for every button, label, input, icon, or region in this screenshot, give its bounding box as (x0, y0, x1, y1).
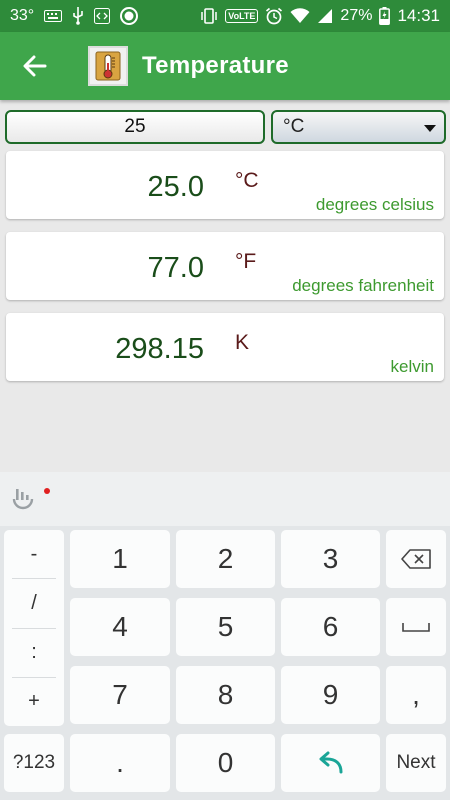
unit-dropdown[interactable]: °C (271, 110, 446, 144)
result-card-fahrenheit: 77.0 °F degrees fahrenheit (6, 232, 444, 300)
keyboard-toolbar (0, 472, 450, 526)
key-0[interactable]: 0 (176, 734, 275, 792)
key-2[interactable]: 2 (176, 530, 275, 588)
back-button[interactable] (0, 32, 70, 100)
battery-percent: 27% (340, 7, 373, 24)
key-5[interactable]: 5 (176, 598, 275, 656)
conversion-input-row: °C (5, 110, 446, 144)
key-colon[interactable]: : (12, 629, 56, 678)
key-minus[interactable]: - (12, 530, 56, 580)
key-9[interactable]: 9 (281, 666, 380, 724)
arrow-left-icon (23, 55, 47, 77)
backspace-key[interactable] (386, 530, 446, 588)
app-logo (88, 46, 128, 86)
result-card-kelvin: 298.15 K kelvin (6, 313, 444, 381)
wifi-icon (290, 8, 310, 24)
backspace-icon (401, 549, 431, 569)
notification-dot (44, 488, 50, 494)
key-dot[interactable]: . (70, 734, 170, 792)
result-value: 25.0 (147, 171, 204, 203)
key-4[interactable]: 4 (70, 598, 170, 656)
alarm-icon (265, 7, 283, 25)
result-card-celsius: 25.0 °C degrees celsius (6, 151, 444, 219)
symbol-key-column: - / : + (4, 530, 64, 726)
chevron-down-icon (424, 125, 436, 132)
result-unit-name: degrees celsius (315, 195, 434, 214)
keyboard-icon (44, 10, 63, 22)
mode-switch-key[interactable]: ?123 (4, 734, 64, 792)
app-bar: Temperature (0, 32, 450, 100)
result-value: 77.0 (147, 252, 204, 284)
key-3[interactable]: 3 (281, 530, 380, 588)
key-7[interactable]: 7 (70, 666, 170, 724)
key-8[interactable]: 8 (176, 666, 275, 724)
record-icon (120, 7, 139, 25)
usb-icon (72, 7, 84, 25)
return-arrow-icon (319, 751, 342, 774)
result-unit-name: kelvin (390, 357, 434, 376)
result-unit-name: degrees fahrenheit (292, 276, 434, 295)
result-unit-symbol: K (235, 331, 250, 354)
result-unit-symbol: °F (235, 250, 257, 273)
key-6[interactable]: 6 (281, 598, 380, 656)
result-value: 298.15 (115, 333, 204, 365)
page-title: Temperature (142, 52, 289, 79)
volte-badge: VoLTE (225, 9, 259, 23)
signal-icon (317, 8, 333, 24)
next-key[interactable]: Next (386, 734, 446, 792)
clock: 14:31 (397, 6, 440, 25)
vibrate-icon (200, 8, 218, 24)
key-slash[interactable]: / (12, 579, 56, 629)
thermometer-icon (95, 51, 121, 81)
battery-charging-icon (379, 7, 391, 25)
enter-key[interactable] (281, 734, 380, 792)
result-unit-symbol: °C (235, 169, 259, 192)
key-comma[interactable]: , (386, 666, 446, 724)
temperature-indicator: 33° (10, 7, 35, 24)
key-plus[interactable]: + (12, 678, 56, 726)
status-bar: 33° VoLTE 27% 14:31 (0, 0, 450, 32)
numeric-keyboard: - / : + 1 2 3 4 5 6 7 8 9 , ?123 . 0 Nex… (0, 526, 450, 800)
key-1[interactable]: 1 (70, 530, 170, 588)
space-key[interactable] (386, 598, 446, 656)
space-icon (402, 623, 430, 632)
keyboard-logo-icon[interactable] (10, 486, 36, 517)
unit-dropdown-value: °C (283, 116, 305, 137)
code-icon (94, 8, 111, 24)
value-input[interactable] (5, 110, 265, 144)
